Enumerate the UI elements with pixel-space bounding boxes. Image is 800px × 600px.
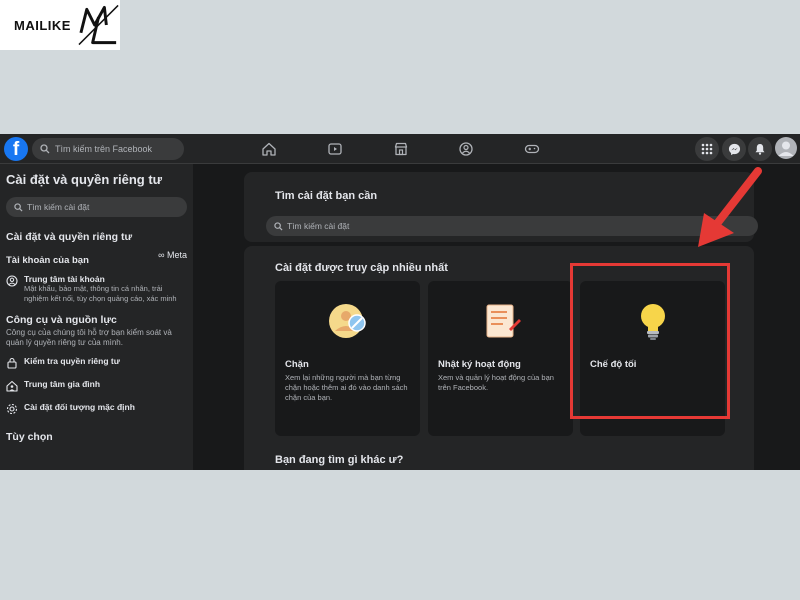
- card-title: Chặn: [285, 359, 309, 370]
- marketplace-icon[interactable]: [393, 141, 409, 157]
- sidebar-item-label: Trung tâm gia đình: [24, 379, 101, 389]
- meta-text: Meta: [166, 250, 187, 260]
- account-center-desc: Mật khẩu, bảo mật, thông tin cá nhân, tr…: [24, 284, 177, 303]
- watch-video-icon[interactable]: [327, 141, 343, 157]
- messenger-icon: [728, 143, 740, 155]
- account-circle-icon: [6, 275, 18, 287]
- search-icon: [40, 144, 50, 154]
- home-icon[interactable]: [261, 141, 277, 157]
- menu-grid-button[interactable]: [695, 137, 719, 161]
- ml-logo-icon: [78, 4, 119, 46]
- card-block[interactable]: Chặn Xem lại những người mà bạn từng chặ…: [275, 281, 420, 436]
- other-search-title: Bạn đang tìm gì khác ư?: [275, 454, 404, 466]
- family-icon: [6, 380, 18, 392]
- card-desc: Xem và quản lý hoạt động của bạn trên Fa…: [438, 373, 554, 392]
- sidebar-title: Cài đặt và quyền riêng tư: [6, 172, 163, 187]
- search-icon: [274, 221, 283, 231]
- account-heading-row: ∞ Meta Tài khoản của bạn: [6, 250, 187, 268]
- find-settings-panel: Tìm cài đặt bạn cần Tìm kiếm cài đặt: [244, 172, 758, 242]
- tools-heading: Công cụ và nguồn lực: [6, 314, 117, 326]
- bell-icon: [755, 144, 765, 155]
- mailike-logo: MAILIKE: [0, 0, 120, 50]
- facebook-search-input[interactable]: Tìm kiếm trên Facebook: [32, 138, 184, 160]
- tools-desc: Công cụ của chúng tôi hỗ trợ bạn kiểm so…: [6, 328, 172, 347]
- profile-avatar[interactable]: [775, 137, 797, 159]
- card-desc: Xem lại những người mà bạn từng chặn hoặ…: [285, 373, 408, 402]
- options-heading: Tùy chọn: [6, 431, 53, 443]
- card-activity-log[interactable]: Nhật ký hoạt động Xem và quản lý hoạt độ…: [428, 281, 573, 436]
- settings-sidebar: Cài đặt và quyền riêng tư Tìm kiếm cài đ…: [0, 164, 193, 470]
- top-navbar: f Tìm kiếm trên Facebook: [0, 134, 800, 164]
- account-heading: Tài khoản của bạn: [6, 255, 89, 266]
- logo-text: MAILIKE: [14, 17, 71, 33]
- avatar-icon: [778, 141, 794, 156]
- sidebar-item-account-center[interactable]: Trung tâm tài khoản Mật khẩu, bảo mật, t…: [6, 274, 187, 304]
- sidebar-item-label: Cài đặt đối tượng mặc định: [24, 402, 135, 412]
- gaming-icon[interactable]: [524, 141, 540, 157]
- account-center-label: Trung tâm tài khoản: [24, 274, 105, 284]
- sidebar-section-heading: Cài đặt và quyền riêng tư: [6, 231, 133, 243]
- sidebar-search-placeholder: Tìm kiếm cài đặt: [27, 202, 90, 212]
- sidebar-search-input[interactable]: Tìm kiếm cài đặt: [6, 197, 187, 217]
- find-settings-title: Tìm cài đặt bạn cần: [275, 190, 378, 202]
- activity-log-icon: [486, 304, 521, 338]
- frequent-settings-title: Cài đặt được truy cập nhiều nhất: [275, 262, 448, 274]
- notifications-button[interactable]: [748, 137, 772, 161]
- block-person-icon: [328, 304, 366, 338]
- red-arrow-icon: [698, 167, 762, 247]
- grid-menu-icon: [701, 143, 713, 155]
- sidebar-item-label: Kiểm tra quyền riêng tư: [24, 356, 120, 366]
- messenger-button[interactable]: [722, 137, 746, 161]
- groups-icon[interactable]: [458, 141, 474, 157]
- card-title: Nhật ký hoạt động: [438, 359, 521, 370]
- settings-search-input[interactable]: Tìm kiếm cài đặt: [266, 216, 758, 236]
- sidebar-item-family-center[interactable]: Trung tâm gia đình: [6, 379, 187, 392]
- meta-label: ∞ Meta: [158, 250, 187, 260]
- search-icon: [14, 202, 23, 212]
- sidebar-item-default-audience[interactable]: Cài đặt đối tượng mặc định: [6, 402, 187, 415]
- facebook-logo-icon[interactable]: f: [4, 137, 28, 161]
- highlight-box: [570, 263, 730, 419]
- search-placeholder: Tìm kiếm trên Facebook: [55, 144, 153, 154]
- lock-icon: [7, 357, 17, 369]
- gear-icon: [6, 403, 18, 415]
- settings-search-placeholder: Tìm kiếm cài đặt: [287, 221, 350, 231]
- sidebar-item-privacy-checkup[interactable]: Kiểm tra quyền riêng tư: [6, 356, 187, 369]
